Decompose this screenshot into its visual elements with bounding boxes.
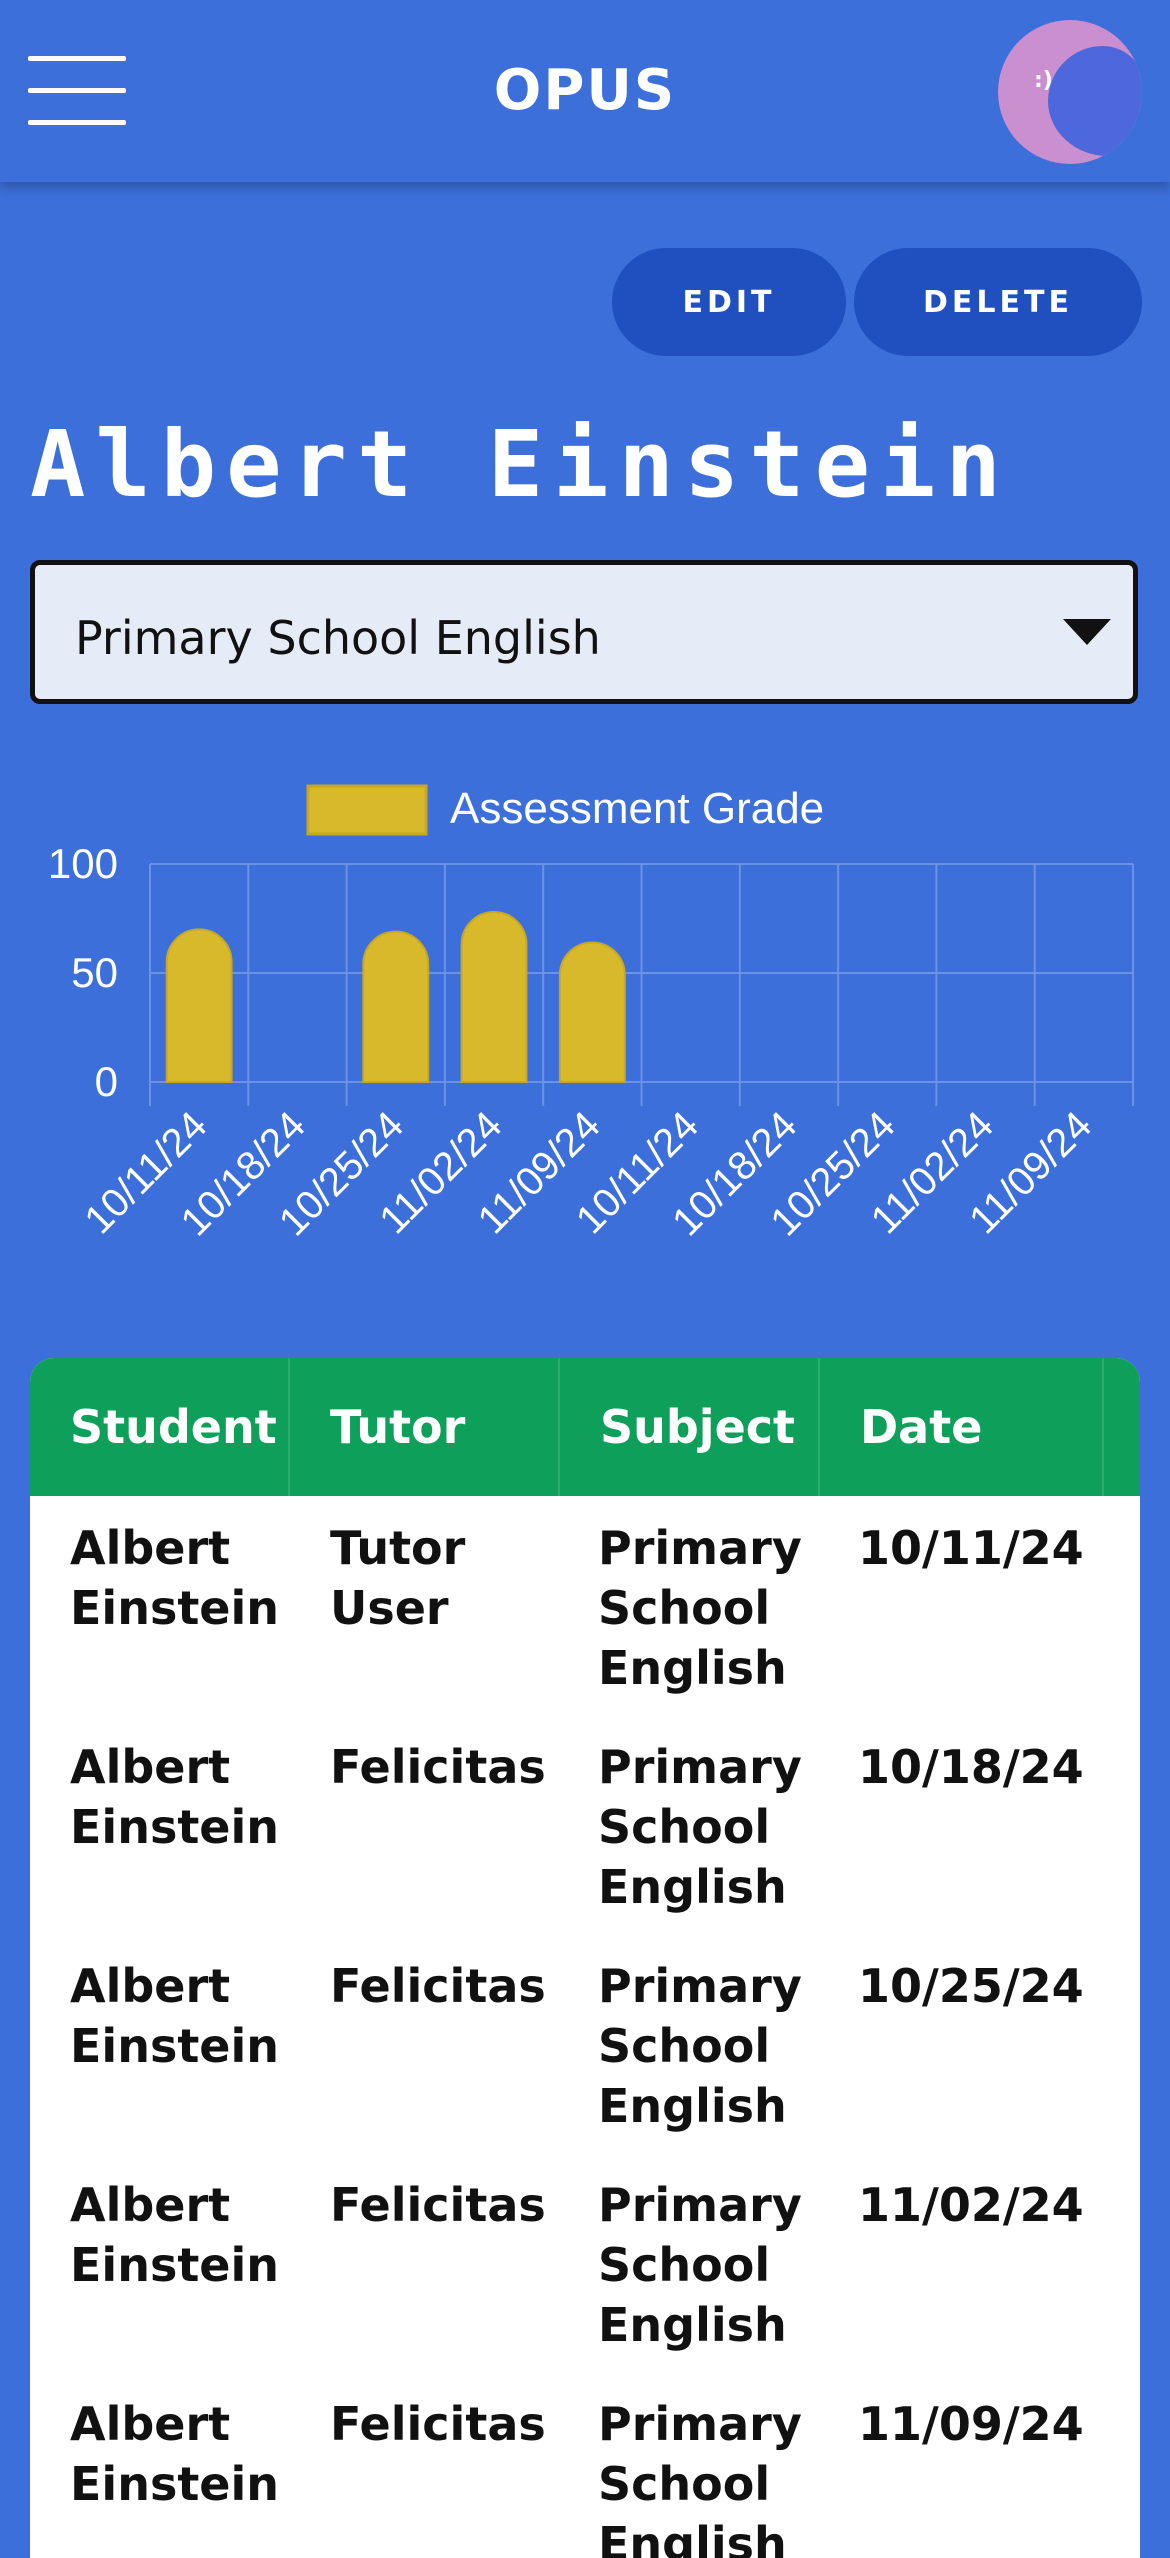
cell-student-line: Albert — [70, 1740, 231, 1794]
cell-subject-line: School — [598, 1581, 771, 1635]
chart-bar — [460, 910, 528, 1083]
table-row[interactable]: Albert Einstein Felicitas Primary School Engl… — [30, 2153, 1140, 2372]
cell-student-line: Albert — [70, 1959, 231, 2013]
cell-student-line: Einstein — [70, 2238, 280, 2292]
cell-tutor: Tutor User — [330, 1518, 465, 1638]
y-tick-label: 50 — [71, 949, 118, 996]
cell-date: 11/09/24 — [858, 2397, 1084, 2451]
cell-student: Albert Einstein — [70, 1518, 279, 1638]
cell-student-line: Albert — [70, 2178, 231, 2232]
edit-button[interactable]: EDIT — [612, 248, 846, 356]
cell-subject-line: Primary — [598, 1959, 802, 2013]
cell-date: 10/18/24 — [858, 1740, 1084, 1794]
cell-student-line: Einstein — [70, 1800, 280, 1854]
column-header-student[interactable]: Student — [30, 1358, 290, 1496]
cell-subject-line: English — [598, 2298, 787, 2352]
column-header-subject[interactable]: Subject — [560, 1358, 820, 1496]
cell-tutor: Felicitas — [330, 2394, 546, 2454]
cell-student: Albert Einstein — [70, 2394, 279, 2514]
student-name-title: Albert Einstein — [30, 411, 1011, 518]
subject-dropdown-value: Primary School English — [75, 611, 601, 665]
cell-tutor: Felicitas — [330, 1956, 546, 2016]
cell-subject-line: English — [598, 2517, 787, 2558]
cell-tutor-line: Felicitas — [330, 2397, 546, 2451]
cell-subject: Primary School English — [598, 1737, 802, 1917]
cell-student-line: Einstein — [70, 1581, 280, 1635]
cell-tutor-line: Felicitas — [330, 1740, 546, 1794]
cell-tutor-line: Felicitas — [330, 2178, 546, 2232]
cell-subject: Primary School English — [598, 1518, 802, 1698]
smile-face-icon: :) — [1034, 68, 1053, 93]
assessment-chart-svg: 05010010/11/2410/18/2410/25/2411/02/2411… — [48, 784, 1134, 1244]
cell-subject: Primary School English — [598, 1956, 802, 2136]
cell-subject: Primary School English — [598, 2175, 802, 2355]
cell-student-line: Albert — [70, 1521, 231, 1575]
profile-avatar-icon[interactable]: :) — [998, 20, 1142, 164]
cell-subject-line: Primary — [598, 2397, 802, 2451]
cell-date: 11/02/24 — [858, 2178, 1084, 2232]
cell-subject-line: School — [598, 2457, 771, 2511]
chart-bar — [165, 928, 233, 1083]
cell-subject: Primary School English — [598, 2394, 802, 2558]
delete-button[interactable]: DELETE — [854, 248, 1142, 356]
sessions-table: Student Tutor Subject Date Albert Einstei… — [30, 1358, 1140, 2558]
table-row[interactable]: Albert Einstein Felicitas Primary School Engl… — [30, 1715, 1140, 1934]
cell-tutor-line: Tutor — [330, 1521, 466, 1575]
subject-dropdown[interactable]: Primary School English — [30, 560, 1138, 704]
chart-bar — [558, 941, 626, 1083]
cell-tutor-line: User — [330, 1581, 449, 1635]
cell-student: Albert Einstein — [70, 1737, 279, 1857]
cell-subject-line: School — [598, 2238, 771, 2292]
legend-label: Assessment Grade — [450, 784, 824, 833]
chart-bar — [362, 930, 430, 1083]
table-row[interactable]: Albert Einstein Felicitas Primary School Engl… — [30, 1934, 1140, 2153]
cell-student-line: Einstein — [70, 2457, 280, 2511]
cell-tutor: Felicitas — [330, 2175, 546, 2235]
cell-tutor-line: Felicitas — [330, 1959, 546, 2013]
cell-tutor: Felicitas — [330, 1737, 546, 1797]
assessment-chart: 0 50 100 10/11/24 10/18/24 10/25/24 11/02/24 11… — [0, 760, 1170, 1320]
app-logo: OPUS — [493, 58, 677, 123]
cell-subject-line: School — [598, 1800, 771, 1854]
cell-student-line: Einstein — [70, 2019, 280, 2073]
cell-date: 10/11/24 — [858, 1521, 1084, 1575]
column-header-tutor[interactable]: Tutor — [290, 1358, 560, 1496]
legend-swatch — [306, 784, 428, 836]
cell-subject-line: English — [598, 1860, 787, 1914]
cell-student: Albert Einstein — [70, 1956, 279, 2076]
cell-student-line: Albert — [70, 2397, 231, 2451]
column-header-date[interactable]: Date — [820, 1358, 1104, 1496]
y-tick-label: 100 — [48, 840, 118, 887]
y-tick-label: 0 — [95, 1058, 118, 1105]
cell-student: Albert Einstein — [70, 2175, 279, 2295]
table-row[interactable]: Albert Einstein Felicitas Primary School Engl… — [30, 2372, 1140, 2558]
cell-date: 10/25/24 — [858, 1959, 1084, 2013]
caret-down-icon — [1063, 619, 1111, 645]
cell-subject-line: Primary — [598, 1521, 802, 1575]
cell-subject-line: English — [598, 1641, 787, 1695]
cell-subject-line: Primary — [598, 1740, 802, 1794]
cell-subject-line: Primary — [598, 2178, 802, 2232]
table-header: Student Tutor Subject Date — [30, 1358, 1140, 1496]
cell-subject-line: English — [598, 2079, 787, 2133]
app-header: OPUS :) — [0, 0, 1170, 182]
table-row[interactable]: Albert Einstein Tutor User Primary School Engl… — [30, 1496, 1140, 1715]
cell-subject-line: School — [598, 2019, 771, 2073]
